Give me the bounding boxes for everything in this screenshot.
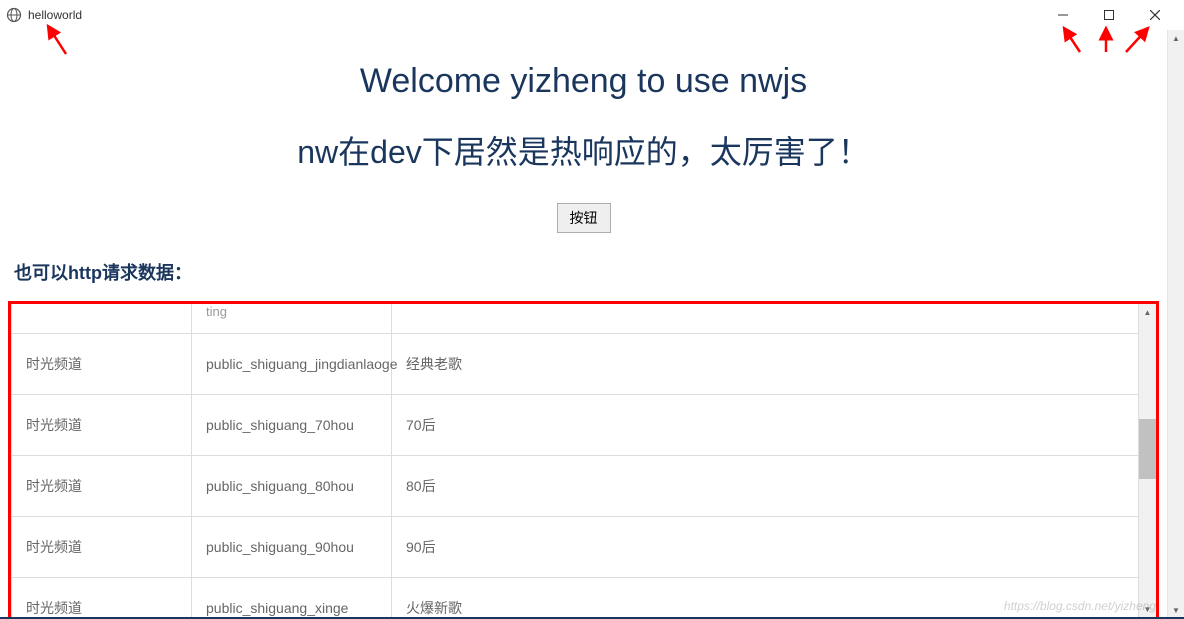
table-row: 时光频道 public_shiguang_xinge 火爆新歌 bbox=[12, 578, 1139, 619]
cell-channel: 时光频道 bbox=[12, 517, 192, 578]
data-table: ting 时光频道 public_shiguang_jingdianlaoge … bbox=[11, 304, 1139, 618]
window-title: helloworld bbox=[28, 8, 82, 22]
table-row-partial: ting bbox=[12, 304, 1139, 334]
table-row: 时光频道 public_shiguang_90hou 90后 bbox=[12, 517, 1139, 578]
cell-name bbox=[392, 304, 1139, 334]
cell-key: public_shiguang_90hou bbox=[192, 517, 392, 578]
cell-name: 70后 bbox=[392, 395, 1139, 456]
window-controls bbox=[1040, 0, 1178, 30]
cell-key: ting bbox=[192, 304, 392, 334]
cell-name: 火爆新歌 bbox=[392, 578, 1139, 619]
cell-key: public_shiguang_70hou bbox=[192, 395, 392, 456]
scroll-up-icon[interactable]: ▲ bbox=[1168, 30, 1184, 47]
cell-key: public_shiguang_jingdianlaoge bbox=[192, 334, 392, 395]
minimize-button[interactable] bbox=[1040, 0, 1086, 30]
inner-scrollbar[interactable]: ▲ ▼ bbox=[1139, 304, 1156, 618]
page-subtitle: nw在dev下居然是热响应的，太厉害了！ bbox=[0, 127, 1167, 173]
cell-channel: 时光频道 bbox=[12, 395, 192, 456]
table-container: ting 时光频道 public_shiguang_jingdianlaoge … bbox=[8, 301, 1159, 619]
cell-key: public_shiguang_80hou bbox=[192, 456, 392, 517]
action-button[interactable]: 按钮 bbox=[557, 203, 611, 233]
titlebar-left: helloworld bbox=[6, 7, 82, 23]
table-scroll-area: ting 时光频道 public_shiguang_jingdianlaoge … bbox=[11, 304, 1139, 618]
globe-icon bbox=[6, 7, 22, 23]
close-button[interactable] bbox=[1132, 0, 1178, 30]
cell-name: 90后 bbox=[392, 517, 1139, 578]
table-row: 时光频道 public_shiguang_80hou 80后 bbox=[12, 456, 1139, 517]
scroll-down-icon[interactable]: ▼ bbox=[1139, 601, 1156, 618]
outer-scrollbar[interactable]: ▲ ▼ bbox=[1167, 30, 1184, 619]
cell-channel: 时光频道 bbox=[12, 578, 192, 619]
scrollbar-thumb[interactable] bbox=[1139, 419, 1156, 479]
cell-channel: 时光频道 bbox=[12, 334, 192, 395]
table-row: 时光频道 public_shiguang_jingdianlaoge 经典老歌 bbox=[12, 334, 1139, 395]
cell-channel bbox=[12, 304, 192, 334]
titlebar: helloworld bbox=[0, 0, 1184, 30]
page-title: Welcome yizheng to use nwjs bbox=[0, 62, 1167, 101]
content-wrap: Welcome yizheng to use nwjs nw在dev下居然是热响… bbox=[0, 30, 1184, 619]
cell-key: public_shiguang_xinge bbox=[192, 578, 392, 619]
maximize-button[interactable] bbox=[1086, 0, 1132, 30]
scroll-up-icon[interactable]: ▲ bbox=[1139, 304, 1156, 321]
table-row: 时光频道 public_shiguang_70hou 70后 bbox=[12, 395, 1139, 456]
main-content: Welcome yizheng to use nwjs nw在dev下居然是热响… bbox=[0, 30, 1167, 619]
cell-channel: 时光频道 bbox=[12, 456, 192, 517]
cell-name: 80后 bbox=[392, 456, 1139, 517]
button-row: 按钮 bbox=[0, 203, 1167, 233]
section-heading: 也可以http请求数据： bbox=[14, 259, 1167, 285]
cell-name: 经典老歌 bbox=[392, 334, 1139, 395]
